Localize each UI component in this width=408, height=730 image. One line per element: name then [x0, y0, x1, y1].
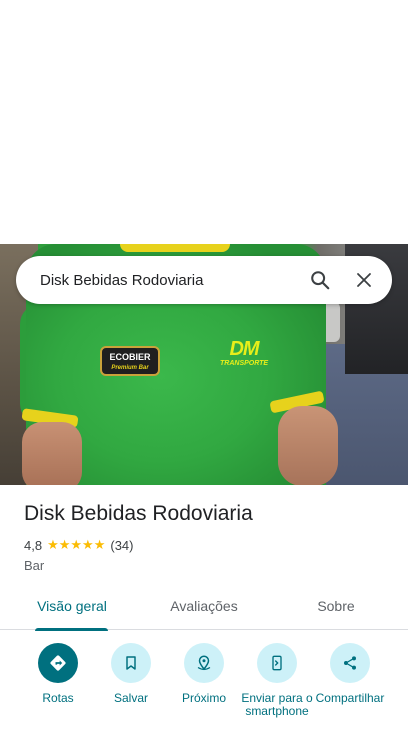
ecobier-logo-subtext: Premium Bar — [111, 365, 149, 371]
place-category[interactable]: Bar — [24, 558, 44, 573]
tab-overview[interactable]: Visão geral — [0, 588, 144, 631]
search-button[interactable] — [298, 258, 342, 302]
action-label: Rotas — [42, 691, 74, 705]
send-to-phone-button-circle[interactable] — [257, 643, 297, 683]
action-label: Enviar para o smartphone — [241, 691, 313, 718]
send-to-phone-button[interactable]: Enviar para o smartphone — [237, 643, 317, 718]
nearby-button-circle[interactable] — [184, 643, 224, 683]
nearby-button[interactable]: Próximo — [164, 643, 244, 705]
star-rating-icon: ★★★★★ — [47, 537, 106, 552]
action-label: Salvar — [113, 691, 148, 705]
action-label: Próximo — [181, 691, 226, 705]
directions-button-circle[interactable] — [38, 643, 78, 683]
save-button-circle[interactable] — [111, 643, 151, 683]
place-name: Disk Bebidas Rodoviaria — [24, 502, 253, 525]
share-button-circle[interactable] — [330, 643, 370, 683]
tab-selected-indicator — [35, 628, 108, 631]
directions-button[interactable]: Rotas — [18, 643, 98, 705]
close-icon — [357, 273, 371, 287]
rating-value: 4,8 — [24, 537, 43, 553]
tab-bar: Visão geral Avaliações Sobre — [0, 588, 408, 631]
clear-search-button[interactable] — [342, 258, 386, 302]
save-button[interactable]: Salvar — [91, 643, 171, 705]
share-icon — [344, 656, 356, 670]
bookmark-icon — [126, 656, 136, 670]
photo-shirt-collar — [120, 244, 230, 252]
dm-logo-subtext: TRANSPORTE — [220, 360, 269, 367]
dm-transporte-logo: DM TRANSPORTE — [220, 339, 268, 373]
ecobier-logo-text: ECOBIER — [109, 352, 151, 362]
action-buttons: Rotas Salvar Próximo Enviar para o smart… — [0, 643, 408, 730]
directions-icon — [50, 655, 66, 671]
action-label: Compartilhar — [315, 691, 385, 705]
review-count[interactable]: (34) — [110, 538, 133, 553]
share-button[interactable]: Compartilhar — [310, 643, 390, 705]
tab-reviews[interactable]: Avaliações — [144, 588, 264, 630]
tab-label: Sobre — [317, 598, 355, 614]
tab-label: Avaliações — [170, 598, 238, 614]
tab-label: Visão geral — [37, 598, 107, 614]
photo-arm — [22, 422, 82, 485]
ecobier-logo: ECOBIER Premium Bar — [100, 346, 160, 376]
rating-row[interactable]: 4,8 ★★★★★ (34) — [24, 537, 133, 553]
search-bar[interactable]: Disk Bebidas Rodoviaria — [16, 256, 392, 304]
search-query[interactable]: Disk Bebidas Rodoviaria — [40, 272, 298, 289]
dm-logo-text: DM — [229, 338, 259, 360]
nearby-icon — [197, 655, 211, 671]
photo-arm — [278, 406, 338, 485]
tab-about[interactable]: Sobre — [264, 588, 408, 630]
send-to-phone-icon — [272, 655, 282, 671]
search-icon — [311, 271, 330, 290]
place-page: ECOBIER Premium Bar DM TRANSPORTE Disk B… — [0, 0, 408, 730]
